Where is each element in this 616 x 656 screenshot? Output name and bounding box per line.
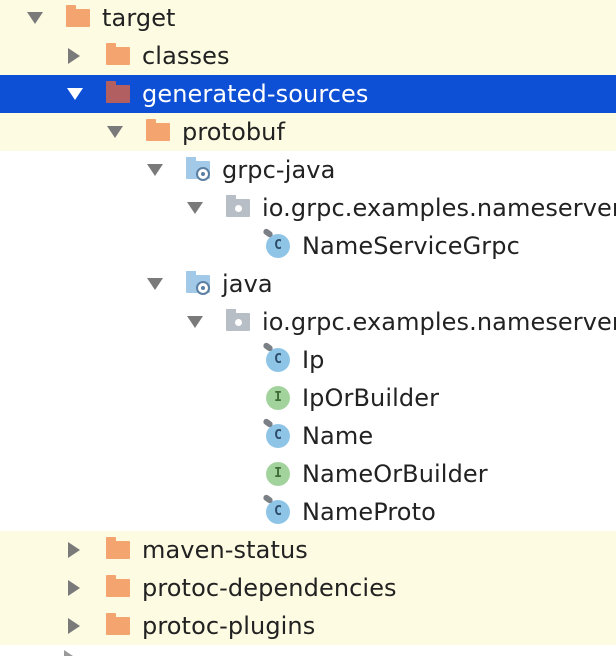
class-icon: C — [262, 417, 290, 448]
tree-node-ip[interactable]: C Ip — [0, 341, 616, 379]
node-label: java — [222, 270, 273, 298]
tree-node-partial — [40, 646, 110, 656]
tree-node-package[interactable]: io.grpc.examples.nameserver — [0, 303, 616, 341]
package-icon — [226, 195, 250, 220]
collapse-arrow-icon[interactable] — [68, 542, 80, 558]
folder-icon — [106, 81, 130, 106]
class-icon: C — [262, 341, 290, 372]
node-label: maven-status — [142, 536, 308, 564]
tree-node-protobuf[interactable]: protobuf — [0, 113, 616, 151]
tree-node-nameservicegrpc[interactable]: C NameServiceGrpc — [0, 227, 616, 265]
expand-arrow-icon[interactable] — [187, 316, 203, 328]
tree-node-package[interactable]: io.grpc.examples.nameserver — [0, 189, 616, 227]
collapse-arrow-icon[interactable] — [68, 580, 80, 596]
node-label: io.grpc.examples.nameserver — [262, 194, 616, 222]
tree-node-nameorbuilder[interactable]: I NameOrBuilder — [0, 455, 616, 493]
folder-icon — [106, 613, 130, 638]
node-label: grpc-java — [222, 156, 336, 184]
tree-node-name[interactable]: C Name — [0, 417, 616, 455]
tree-node-generated-sources[interactable]: generated-sources — [0, 75, 616, 113]
tree-node-iporbuilder[interactable]: I IpOrBuilder — [0, 379, 616, 417]
node-label: NameServiceGrpc — [302, 232, 520, 260]
generated-source-root-icon — [186, 271, 210, 296]
node-label: NameOrBuilder — [302, 460, 488, 488]
tree-node-java[interactable]: java — [0, 265, 616, 303]
tree-node-nameproto[interactable]: C NameProto — [0, 493, 616, 531]
collapse-arrow-icon[interactable] — [68, 618, 80, 634]
tree-node-grpc-java[interactable]: grpc-java — [0, 151, 616, 189]
collapse-arrow-icon[interactable] — [68, 48, 80, 64]
node-label: protoc-plugins — [142, 612, 316, 640]
tree-node-protoc-dependencies[interactable]: protoc-dependencies — [0, 569, 616, 607]
expand-arrow-icon[interactable] — [67, 88, 83, 100]
class-icon: C — [262, 493, 290, 524]
node-label: protoc-dependencies — [142, 574, 397, 602]
tree-node-protoc-plugins[interactable]: protoc-plugins — [0, 607, 616, 645]
node-label: target — [102, 4, 176, 32]
tree-node-maven-status[interactable]: maven-status — [0, 531, 616, 569]
node-label: classes — [142, 42, 230, 70]
expand-arrow-icon[interactable] — [147, 278, 163, 290]
expand-arrow-icon[interactable] — [147, 164, 163, 176]
node-label: Name — [302, 422, 374, 450]
tree-node-classes[interactable]: classes — [0, 37, 616, 75]
collapse-arrow-icon — [64, 650, 76, 656]
expand-arrow-icon[interactable] — [187, 202, 203, 214]
folder-icon — [106, 43, 130, 68]
node-label: io.grpc.examples.nameserver — [262, 308, 616, 336]
project-tree: target classes generated-sources protobu… — [0, 0, 616, 656]
folder-icon — [146, 119, 170, 144]
tree-node-target[interactable]: target — [0, 0, 616, 37]
package-icon — [226, 309, 250, 334]
expand-arrow-icon[interactable] — [107, 126, 123, 138]
node-label: generated-sources — [142, 80, 369, 108]
interface-icon: I — [266, 386, 290, 410]
interface-icon: I — [266, 462, 290, 486]
folder-icon — [106, 575, 130, 600]
node-label: NameProto — [302, 498, 436, 526]
node-label: protobuf — [182, 118, 286, 146]
expand-arrow-icon[interactable] — [27, 12, 43, 24]
node-label: IpOrBuilder — [302, 384, 440, 412]
folder-icon — [66, 5, 90, 30]
node-label: Ip — [302, 346, 325, 374]
generated-source-root-icon — [186, 157, 210, 182]
folder-icon — [106, 537, 130, 562]
class-icon: C — [262, 227, 290, 258]
